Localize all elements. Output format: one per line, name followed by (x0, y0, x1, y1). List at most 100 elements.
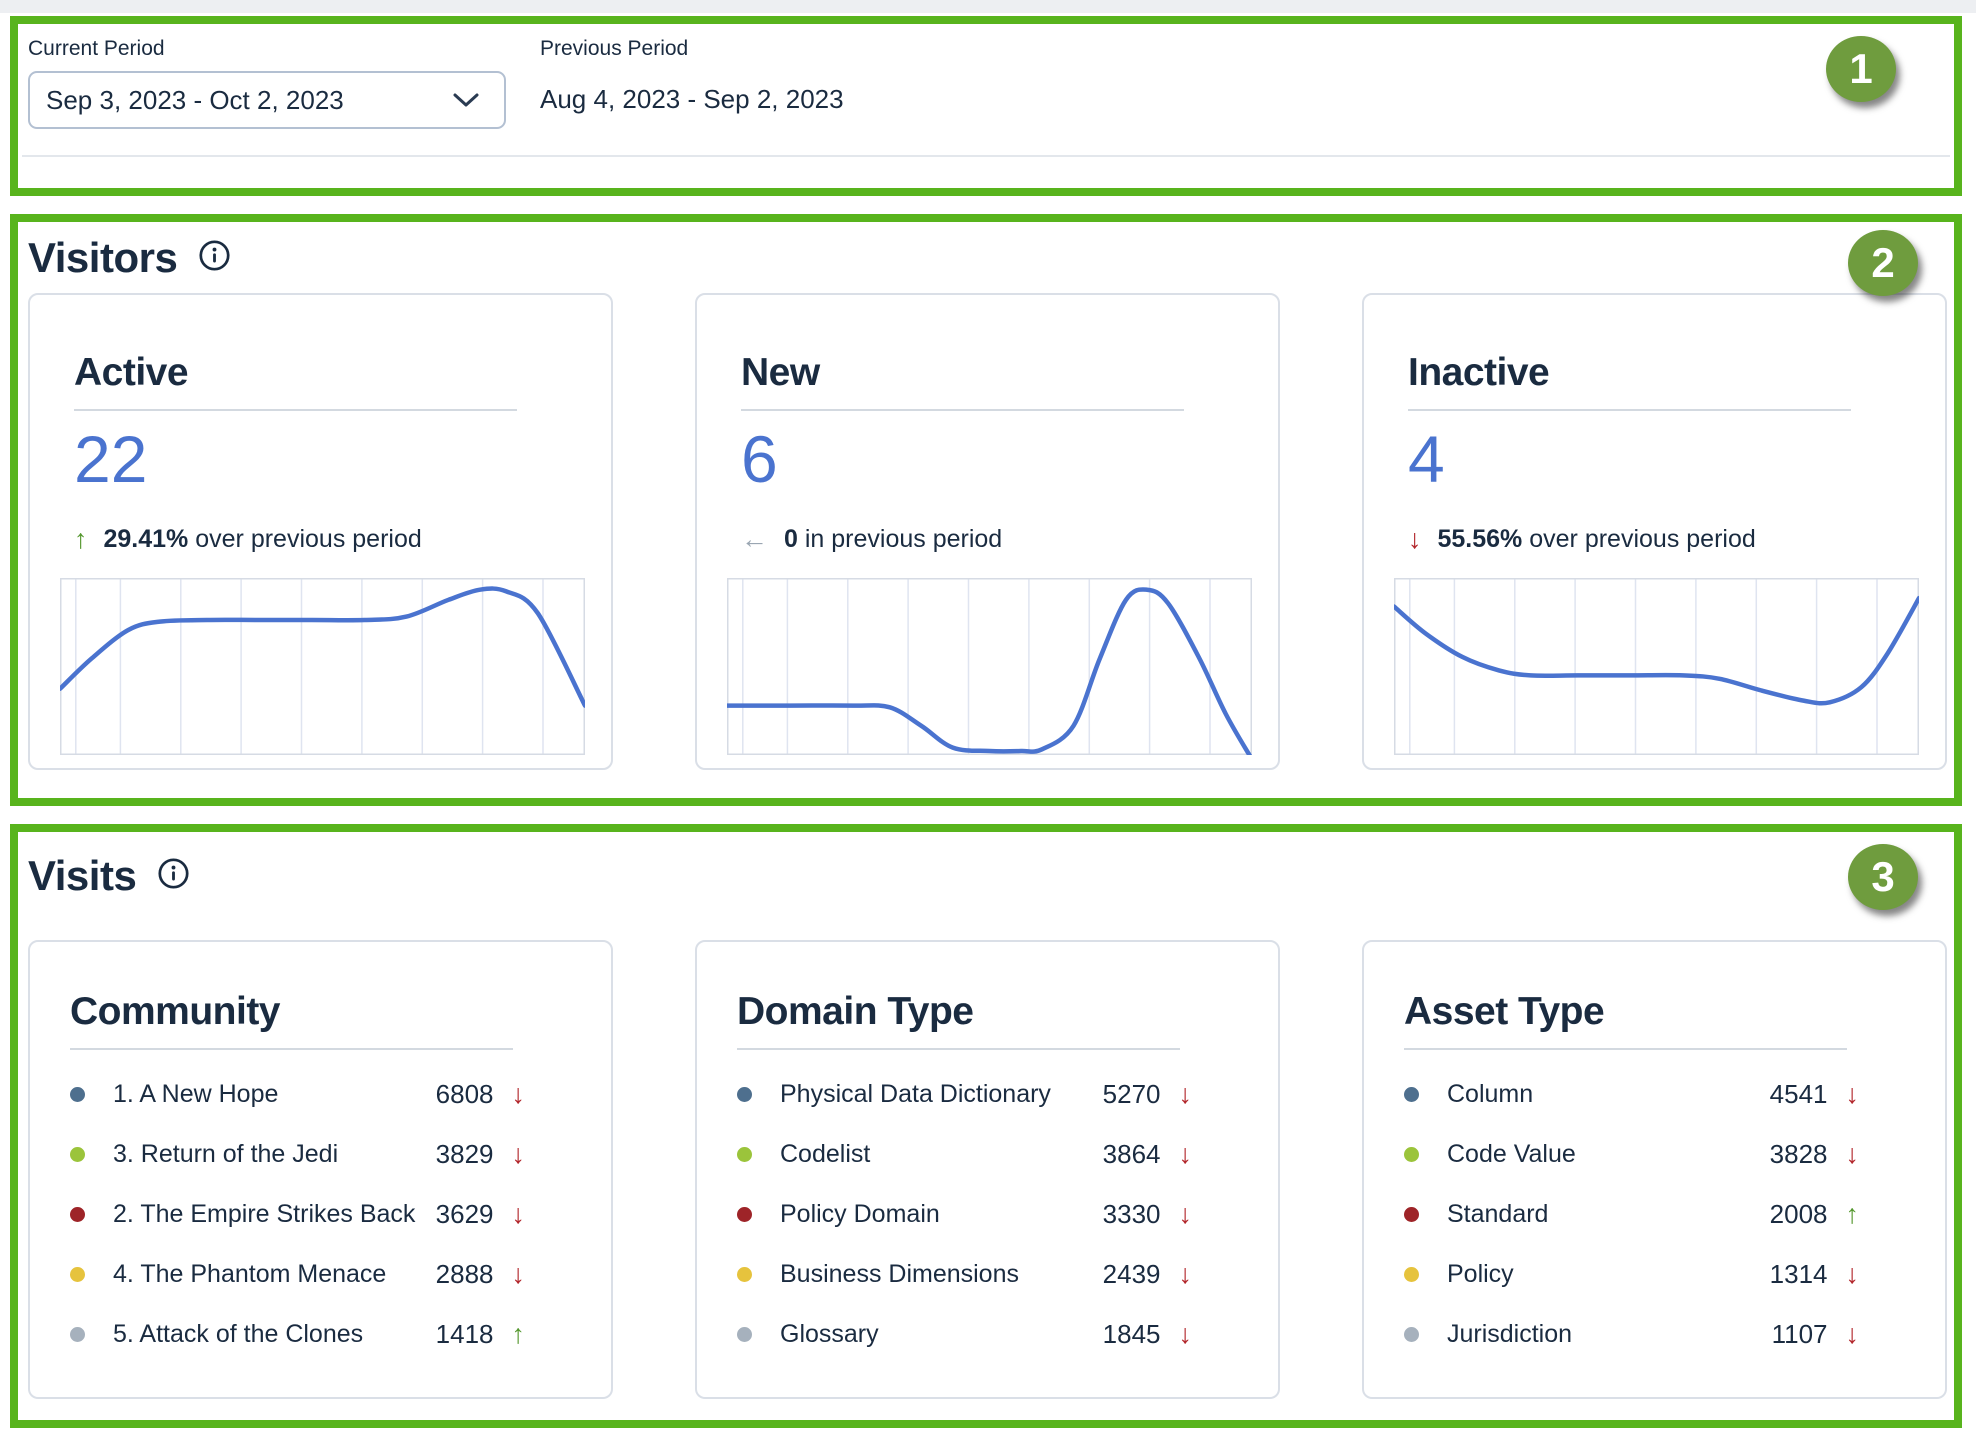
period-bar: Current Period Sep 3, 2023 - Oct 2, 2023… (18, 24, 1954, 129)
divider (741, 409, 1184, 411)
divider (74, 409, 517, 411)
trend-arrow-icon: ↓ (512, 1201, 526, 1228)
annotation-badge-3: 3 (1848, 844, 1918, 910)
visits-cards: Community 1. A New Hope 6808 ↓ 3. Return… (28, 940, 1947, 1399)
list-row: Codelist 3864 ↓ (697, 1124, 1278, 1184)
series-dot (70, 1207, 85, 1222)
annotation-badge-1: 1 (1826, 36, 1896, 102)
delta-text: 0 in previous period (784, 525, 1002, 554)
list-row: 4. The Phantom Menace 2888 ↓ (30, 1244, 611, 1304)
row-label: Glossary (780, 1320, 1103, 1349)
series-dot (737, 1327, 752, 1342)
delta-text: 29.41% over previous period (104, 525, 422, 554)
series-dot (1404, 1327, 1419, 1342)
series-dot (737, 1267, 752, 1282)
row-value: 1107 (1772, 1319, 1828, 1350)
trend-arrow-icon: ↓ (512, 1141, 526, 1168)
inactive-sparkline-chart (1394, 578, 1919, 755)
trend-arrow-icon: ↓ (1179, 1261, 1193, 1288)
card-title: Community (70, 990, 611, 1034)
inactive-delta: ↓ 55.56% over previous period (1408, 525, 1915, 554)
current-period-field: Current Period Sep 3, 2023 - Oct 2, 2023 (28, 36, 506, 129)
active-count: 22 (74, 423, 581, 495)
row-label: 1. A New Hope (113, 1080, 436, 1109)
series-dot (1404, 1087, 1419, 1102)
visits-card-asset-type: Asset Type Column 4541 ↓ Code Value 3828… (1362, 940, 1947, 1399)
trend-arrow-icon: ↓ (1846, 1081, 1860, 1108)
card-title: Inactive (1408, 351, 1915, 395)
list-row: 5. Attack of the Clones 1418 ↑ (30, 1304, 611, 1364)
visitors-section-title: Visitors (28, 234, 177, 282)
trend-arrow-icon: ↑ (512, 1321, 526, 1348)
row-value: 1418 (436, 1319, 494, 1350)
list-row: 1. A New Hope 6808 ↓ (30, 1064, 611, 1124)
series-dot (70, 1147, 85, 1162)
trend-arrow-icon: ↓ (1179, 1141, 1193, 1168)
row-label: Column (1447, 1080, 1770, 1109)
series-dot (1404, 1207, 1419, 1222)
row-value: 6808 (436, 1079, 494, 1110)
community-list: 1. A New Hope 6808 ↓ 3. Return of the Je… (30, 1064, 611, 1364)
visitors-section-header: Visitors (18, 222, 1954, 282)
annotation-box-2: 2 Visitors Active 22 ↑ 29.41% over previ… (10, 214, 1962, 806)
visits-section-header: Visits (18, 832, 1954, 900)
list-row: Jurisdiction 1107 ↓ (1364, 1304, 1945, 1364)
domain-type-list: Physical Data Dictionary 5270 ↓ Codelist… (697, 1064, 1278, 1364)
list-row: 2. The Empire Strikes Back 3629 ↓ (30, 1184, 611, 1244)
row-value: 2439 (1103, 1259, 1161, 1290)
series-dot (737, 1087, 752, 1102)
trend-arrow-icon: ↓ (1846, 1321, 1860, 1348)
previous-period-value: Aug 4, 2023 - Sep 2, 2023 (540, 83, 844, 115)
trend-up-icon: ↑ (74, 526, 88, 553)
row-label: Business Dimensions (780, 1260, 1103, 1289)
card-title: New (741, 351, 1248, 395)
new-count: 6 (741, 423, 1248, 495)
row-value: 1314 (1770, 1259, 1828, 1290)
row-value: 4541 (1770, 1079, 1828, 1110)
row-label: 3. Return of the Jedi (113, 1140, 436, 1169)
trend-down-icon: ↓ (1408, 526, 1422, 553)
row-value: 2008 (1770, 1199, 1828, 1230)
inactive-count: 4 (1408, 423, 1915, 495)
trend-arrow-icon: ↑ (1846, 1201, 1860, 1228)
list-row: Glossary 1845 ↓ (697, 1304, 1278, 1364)
active-sparkline-chart (60, 578, 585, 755)
list-row: Code Value 3828 ↓ (1364, 1124, 1945, 1184)
row-value: 3629 (436, 1199, 494, 1230)
new-delta: ← 0 in previous period (741, 525, 1248, 554)
list-row: Business Dimensions 2439 ↓ (697, 1244, 1278, 1304)
divider (1408, 409, 1851, 411)
row-value: 3330 (1103, 1199, 1161, 1230)
row-value: 1845 (1103, 1319, 1161, 1350)
active-delta: ↑ 29.41% over previous period (74, 525, 581, 554)
list-row: Policy 1314 ↓ (1364, 1244, 1945, 1304)
trend-arrow-icon: ↓ (1846, 1261, 1860, 1288)
trend-arrow-icon: ↓ (1179, 1201, 1193, 1228)
list-row: Column 4541 ↓ (1364, 1064, 1945, 1124)
row-label: Codelist (780, 1140, 1103, 1169)
visitors-cards: Active 22 ↑ 29.41% over previous period … (28, 293, 1947, 770)
series-dot (1404, 1267, 1419, 1282)
row-label: Code Value (1447, 1140, 1770, 1169)
annotation-box-3: 3 Visits Community 1. A New Hope 6808 ↓ (10, 824, 1962, 1428)
previous-period-field: Previous Period Aug 4, 2023 - Sep 2, 202… (540, 36, 844, 129)
row-label: Standard (1447, 1200, 1770, 1229)
top-edge-strip (0, 0, 1976, 13)
info-icon[interactable] (158, 858, 189, 894)
trend-arrow-icon: ↓ (1179, 1321, 1193, 1348)
chevron-down-icon (452, 85, 480, 116)
series-dot (1404, 1147, 1419, 1162)
trend-arrow-icon: ↓ (512, 1261, 526, 1288)
row-value: 2888 (436, 1259, 494, 1290)
current-period-select[interactable]: Sep 3, 2023 - Oct 2, 2023 (28, 71, 506, 129)
row-label: Policy Domain (780, 1200, 1103, 1229)
card-title: Active (74, 351, 581, 395)
row-value: 3829 (436, 1139, 494, 1170)
trend-arrow-icon: ↓ (512, 1081, 526, 1108)
series-dot (70, 1327, 85, 1342)
row-label: 2. The Empire Strikes Back (113, 1200, 436, 1229)
visits-section-title: Visits (28, 852, 136, 900)
info-icon[interactable] (199, 240, 230, 276)
asset-type-list: Column 4541 ↓ Code Value 3828 ↓ Standard… (1364, 1064, 1945, 1364)
previous-period-label: Previous Period (540, 36, 844, 62)
